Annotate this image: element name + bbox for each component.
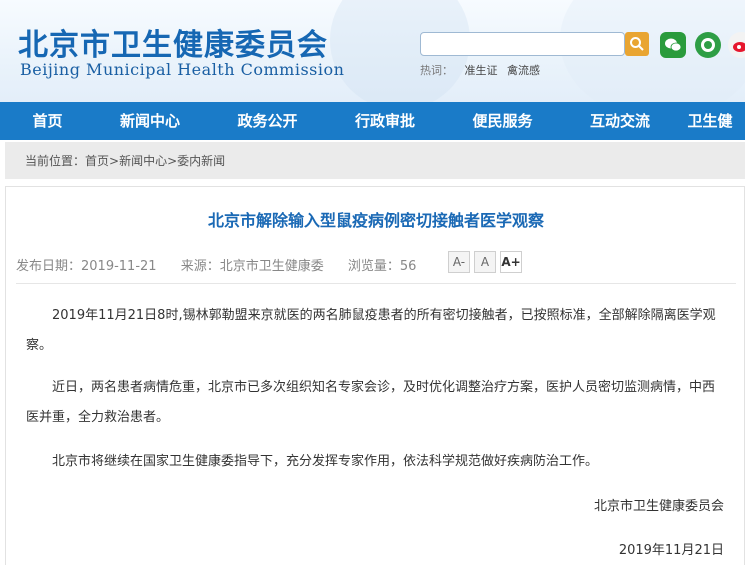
nav-gov-affairs[interactable]: 政务公开 [205,102,330,140]
nav-home[interactable]: 首页 [0,102,95,140]
font-decrease-button[interactable]: A- [448,251,470,273]
breadcrumb-text: 当前位置：首页>新闻中心>委内新闻 [25,152,225,169]
site-subtitle: Beijing Municipal Health Commission [20,60,345,79]
font-size-controls: A- A A+ [448,251,522,273]
article-paragraph: 北京市将继续在国家卫生健康委指导下，充分发挥专家作用，依法科学规范做好疾病防治工… [52,454,599,469]
site-title[interactable]: 北京市卫生健康委员会 [18,20,328,64]
nav-news[interactable]: 新闻中心 [95,102,205,140]
search-icon [630,37,644,51]
site-header: 北京市卫生健康委员会 Beijing Municipal Health Comm… [0,0,745,102]
meta-divider [16,283,736,284]
breadcrumb-label: 当前位置： [25,154,86,168]
article-title: 北京市解除输入型鼠疫病例密切接触者医学观察 [207,211,544,230]
hot-word-link[interactable]: 准生证 [465,64,498,77]
breadcrumb-path[interactable]: 首页>新闻中心>委内新闻 [85,154,225,168]
breadcrumb: 当前位置：首页>新闻中心>委内新闻 [5,142,745,179]
article-signature: 北京市卫生健康委员会 [593,499,724,514]
search-button[interactable] [625,32,649,56]
app-glyph [701,38,715,52]
article-paragraph: 2019年11月21日8时,锡林郭勒盟来京就医的两名肺鼠疫患者的所有密切接触者，… [26,308,716,353]
weibo-glyph [733,42,745,52]
article-date: 2019年11月21日 [618,543,724,558]
nav-interaction[interactable]: 互动交流 [565,102,675,140]
font-default-button[interactable]: A [474,251,496,273]
article-source: 来源：北京市卫生健康委 [180,259,324,274]
nav-services[interactable]: 便民服务 [440,102,565,140]
wechat-glyph [665,38,682,52]
main-nav: 首页 新闻中心 政务公开 行政审批 便民服务 互动交流 卫生健 [0,102,745,140]
hot-words-label: 热词： [420,64,453,77]
nav-health[interactable]: 卫生健 [675,102,745,140]
hot-word-link[interactable]: 禽流感 [507,64,540,77]
article-panel: 北京市解除输入型鼠疫病例密切接触者医学观察 发布日期：2019-11-21 来源… [5,186,745,565]
search-input[interactable] [420,32,625,56]
font-increase-button[interactable]: A+ [500,251,522,273]
nav-approval[interactable]: 行政审批 [330,102,440,140]
view-count: 浏览量：56 [347,259,417,274]
app-icon[interactable] [695,32,721,58]
wechat-icon[interactable] [660,32,686,58]
article-meta: 发布日期：2019-11-21 来源：北京市卫生健康委 浏览量：56 [16,255,436,274]
publish-date: 发布日期：2019-11-21 [16,259,157,274]
article-paragraph: 近日，两名患者病情危重，北京市已多次组织知名专家会诊，及时优化调整治疗方案，医护… [26,380,716,425]
hot-words: 热词： 准生证 禽流感 [420,62,546,78]
